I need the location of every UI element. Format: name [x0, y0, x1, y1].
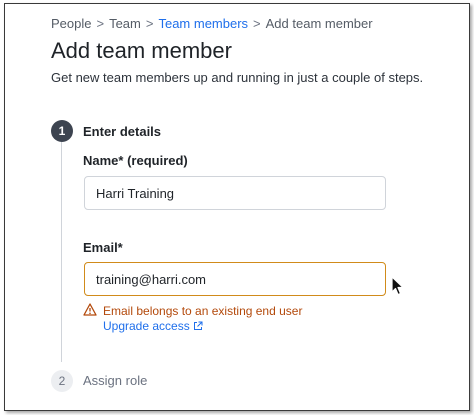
warning-triangle-icon: [83, 303, 97, 316]
breadcrumb-separator: >: [145, 16, 154, 32]
breadcrumb-item-people[interactable]: People: [51, 16, 91, 31]
step-connector-line: [61, 142, 62, 362]
mouse-cursor-icon: [391, 276, 404, 296]
breadcrumb-separator: >: [253, 16, 261, 32]
step-1-badge: 1: [51, 120, 73, 142]
window-frame: People > Team > Team members > Add team member…: [4, 3, 470, 411]
external-link-icon: [193, 321, 203, 330]
email-input[interactable]: [84, 262, 386, 296]
step-2-badge: 2: [51, 370, 73, 392]
breadcrumb-item-current: Add team member: [265, 16, 373, 32]
page-title: Add team member: [51, 38, 232, 63]
upgrade-access-label: Upgrade access: [103, 319, 190, 333]
step-1-title: Enter details: [83, 124, 162, 139]
step-2-title[interactable]: Assign role: [83, 373, 147, 388]
page-subtitle: Get new team members up and running in j…: [51, 70, 424, 85]
breadcrumb: People > Team > Team members > Add team member: [51, 15, 373, 31]
email-field-label: Email*: [83, 240, 123, 255]
name-field-label: Name* (required): [83, 153, 188, 168]
breadcrumb-item-team-members[interactable]: Team members: [158, 16, 248, 31]
upgrade-access-link[interactable]: Upgrade access: [103, 319, 203, 333]
breadcrumb-item-team[interactable]: Team: [109, 16, 141, 31]
breadcrumb-separator: >: [96, 16, 105, 32]
email-warning-text: Email belongs to an existing end user: [103, 304, 303, 318]
name-input[interactable]: [84, 176, 386, 210]
